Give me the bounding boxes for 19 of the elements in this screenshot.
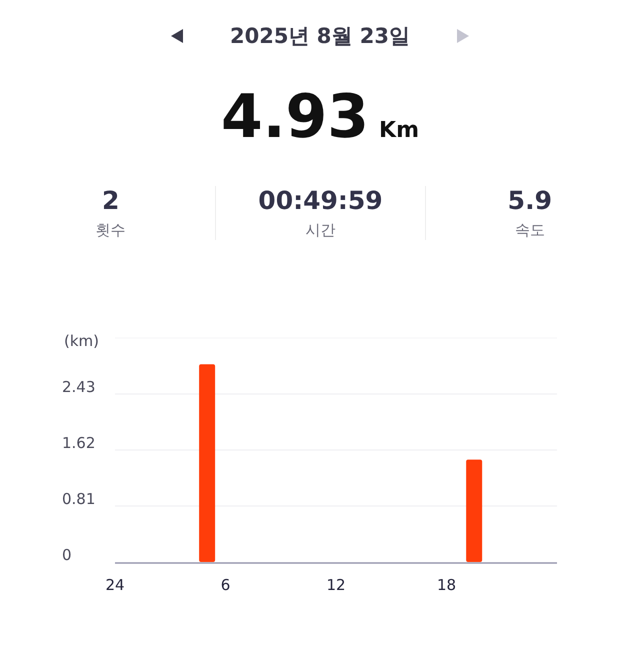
x-tick-label: 6 — [220, 576, 230, 594]
stat-label: 시간 — [305, 221, 336, 240]
stat-label: 속도 — [514, 221, 545, 240]
y-tick-label: 0 — [62, 546, 72, 564]
y-tick-label: 1.62 — [62, 434, 96, 452]
x-tick-label: 18 — [436, 576, 456, 594]
x-tick-label: 12 — [326, 576, 346, 594]
date-title: 2025년 8월 23일 — [230, 23, 410, 50]
axis-start-label: 24 — [105, 576, 125, 594]
distance-unit: Km — [379, 118, 420, 143]
stat-value: 5.9 — [508, 186, 552, 215]
stat-value: 2 — [102, 186, 120, 215]
previous-day-button[interactable] — [170, 28, 184, 44]
distance-value: 4.93 — [220, 82, 370, 152]
stat-label: 횟수 — [96, 221, 126, 240]
y-tick-label: 2.43 — [62, 378, 96, 396]
y-tick-label: 0.81 — [62, 490, 96, 508]
stat-value: 00:49:59 — [258, 186, 383, 215]
y-axis-label: (km) — [64, 332, 100, 350]
